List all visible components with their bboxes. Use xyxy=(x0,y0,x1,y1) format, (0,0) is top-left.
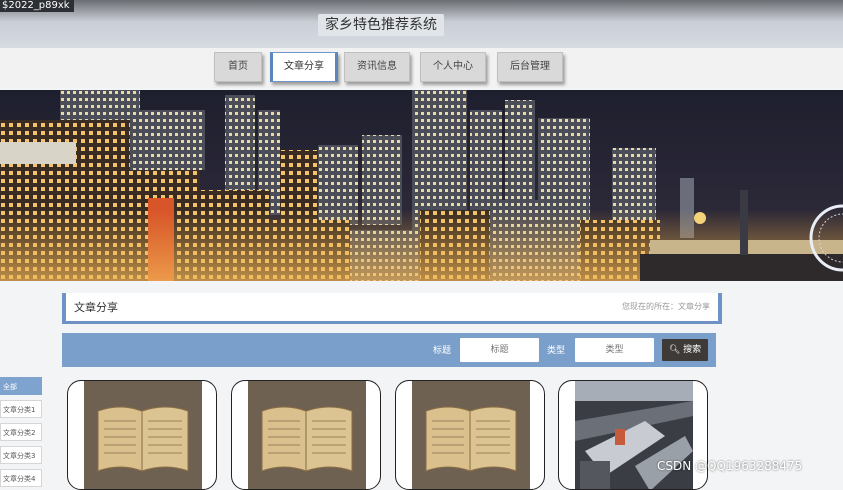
city-night-banner xyxy=(0,90,843,281)
type-search-input[interactable] xyxy=(575,338,654,362)
article-card[interactable] xyxy=(395,380,545,490)
article-card[interactable] xyxy=(67,380,217,490)
search-bar: 标题 类型 🔍︎ 搜索 xyxy=(62,333,716,367)
open-book-image xyxy=(84,381,202,489)
type-label: 类型 xyxy=(547,346,566,356)
nav-news[interactable]: 资讯信息 xyxy=(344,52,410,82)
corner-id-text: $2022_p89xk xyxy=(0,0,74,12)
article-card[interactable] xyxy=(558,380,708,490)
open-book-image xyxy=(248,381,366,489)
nav-home[interactable]: 首页 xyxy=(214,52,262,82)
site-title: 家乡特色推荐系统 xyxy=(318,14,444,36)
open-book-image xyxy=(412,381,530,489)
search-button-label: 搜索 xyxy=(683,345,702,355)
search-button[interactable]: 🔍︎ 搜索 xyxy=(662,339,708,361)
category-all[interactable]: 全部 xyxy=(0,377,42,395)
category-item[interactable]: 文章分类4 xyxy=(0,469,42,487)
search-icon: 🔍︎ xyxy=(668,345,681,355)
nav-admin[interactable]: 后台管理 xyxy=(497,52,563,82)
csdn-watermark: CSDN @QQ1963288475 xyxy=(657,459,803,473)
nav-personal-center[interactable]: 个人中心 xyxy=(420,52,486,82)
title-label: 标题 xyxy=(433,346,452,356)
category-item[interactable]: 文章分类3 xyxy=(0,446,42,464)
nav-article-share[interactable]: 文章分享 xyxy=(270,52,338,82)
article-card[interactable] xyxy=(231,380,381,490)
section-title: 文章分享 xyxy=(74,301,118,314)
breadcrumb: 您现在的所在：文章分享 xyxy=(622,302,710,311)
section-header: 文章分享 您现在的所在：文章分享 xyxy=(62,293,722,324)
category-item[interactable]: 文章分类1 xyxy=(0,400,42,418)
category-item[interactable]: 文章分类2 xyxy=(0,423,42,441)
title-search-input[interactable] xyxy=(460,338,539,362)
library-shelves-image xyxy=(575,381,693,489)
